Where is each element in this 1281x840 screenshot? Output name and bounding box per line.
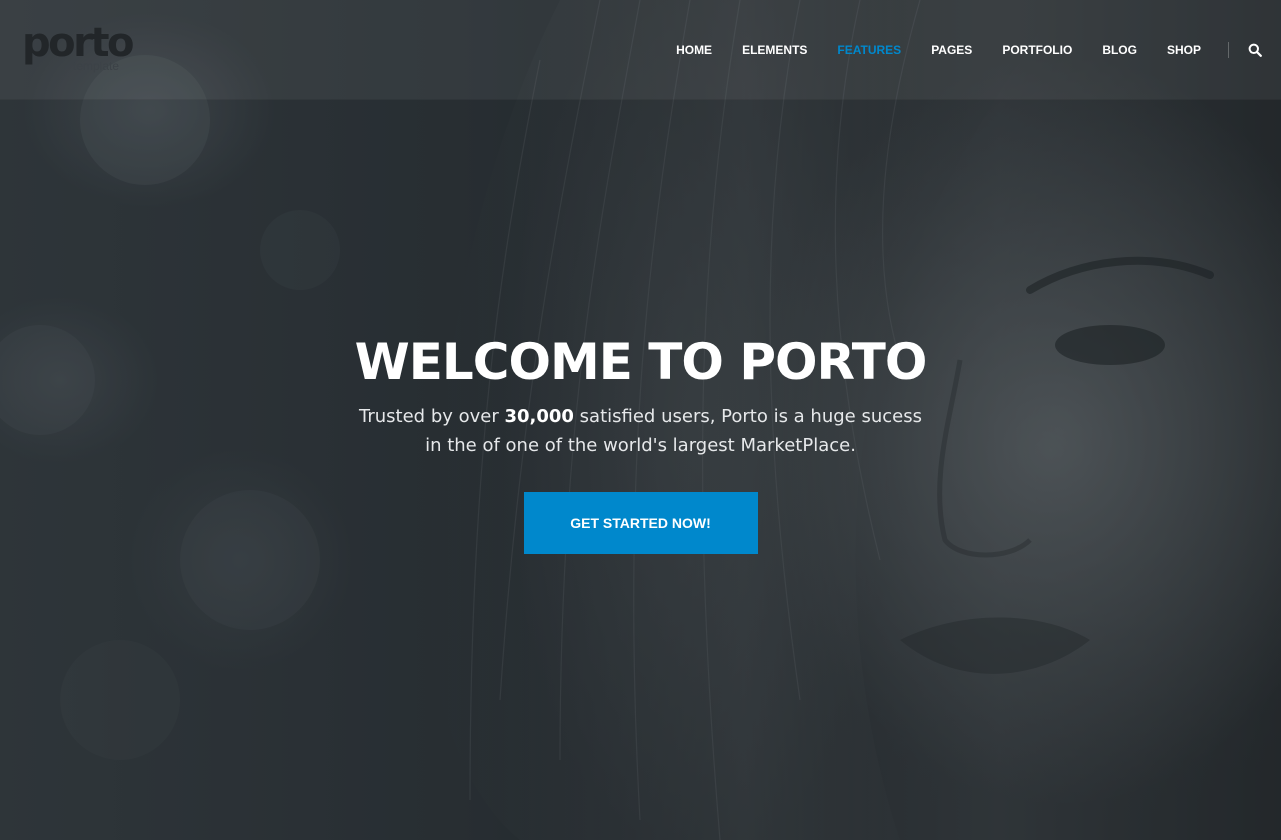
hero-subtitle-part: satisfied users, Porto is a huge sucess <box>573 406 922 427</box>
nav-item-blog[interactable]: BLOG <box>1087 40 1152 60</box>
hero-subtitle: Trusted by over 30,000 satisfied users, … <box>341 402 941 460</box>
nav-item-portfolio[interactable]: PORTFOLIO <box>987 40 1087 60</box>
nav-item-features[interactable]: FEATURES <box>822 40 916 60</box>
hero-title: WELCOME TO PORTO <box>354 333 928 391</box>
search-icon <box>1248 43 1262 57</box>
logo-subtitle: template <box>73 59 120 73</box>
hero-content: WELCOME TO PORTO Trusted by over 30,000 … <box>0 330 1281 554</box>
nav-divider <box>1228 41 1229 58</box>
nav-item-pages[interactable]: PAGES <box>916 40 987 60</box>
hero-subtitle-part: Trusted by over <box>359 406 505 427</box>
nav-item-elements[interactable]: ELEMENTS <box>727 40 822 60</box>
nav-item-shop[interactable]: SHOP <box>1152 40 1216 60</box>
site-header: porto template HOME ELEMENTS FEATURES PA… <box>0 0 1281 100</box>
porto-logo[interactable]: porto template <box>22 20 134 76</box>
search-button[interactable] <box>1235 40 1275 60</box>
get-started-button[interactable]: GET STARTED NOW! <box>523 492 758 554</box>
hero-user-count: 30,000 <box>504 406 574 427</box>
nav-item-home[interactable]: HOME <box>661 40 727 60</box>
hero-subtitle-line2: in the of one of the world's largest Mar… <box>425 435 856 456</box>
main-nav: HOME ELEMENTS FEATURES PAGES PORTFOLIO B… <box>661 0 1281 99</box>
